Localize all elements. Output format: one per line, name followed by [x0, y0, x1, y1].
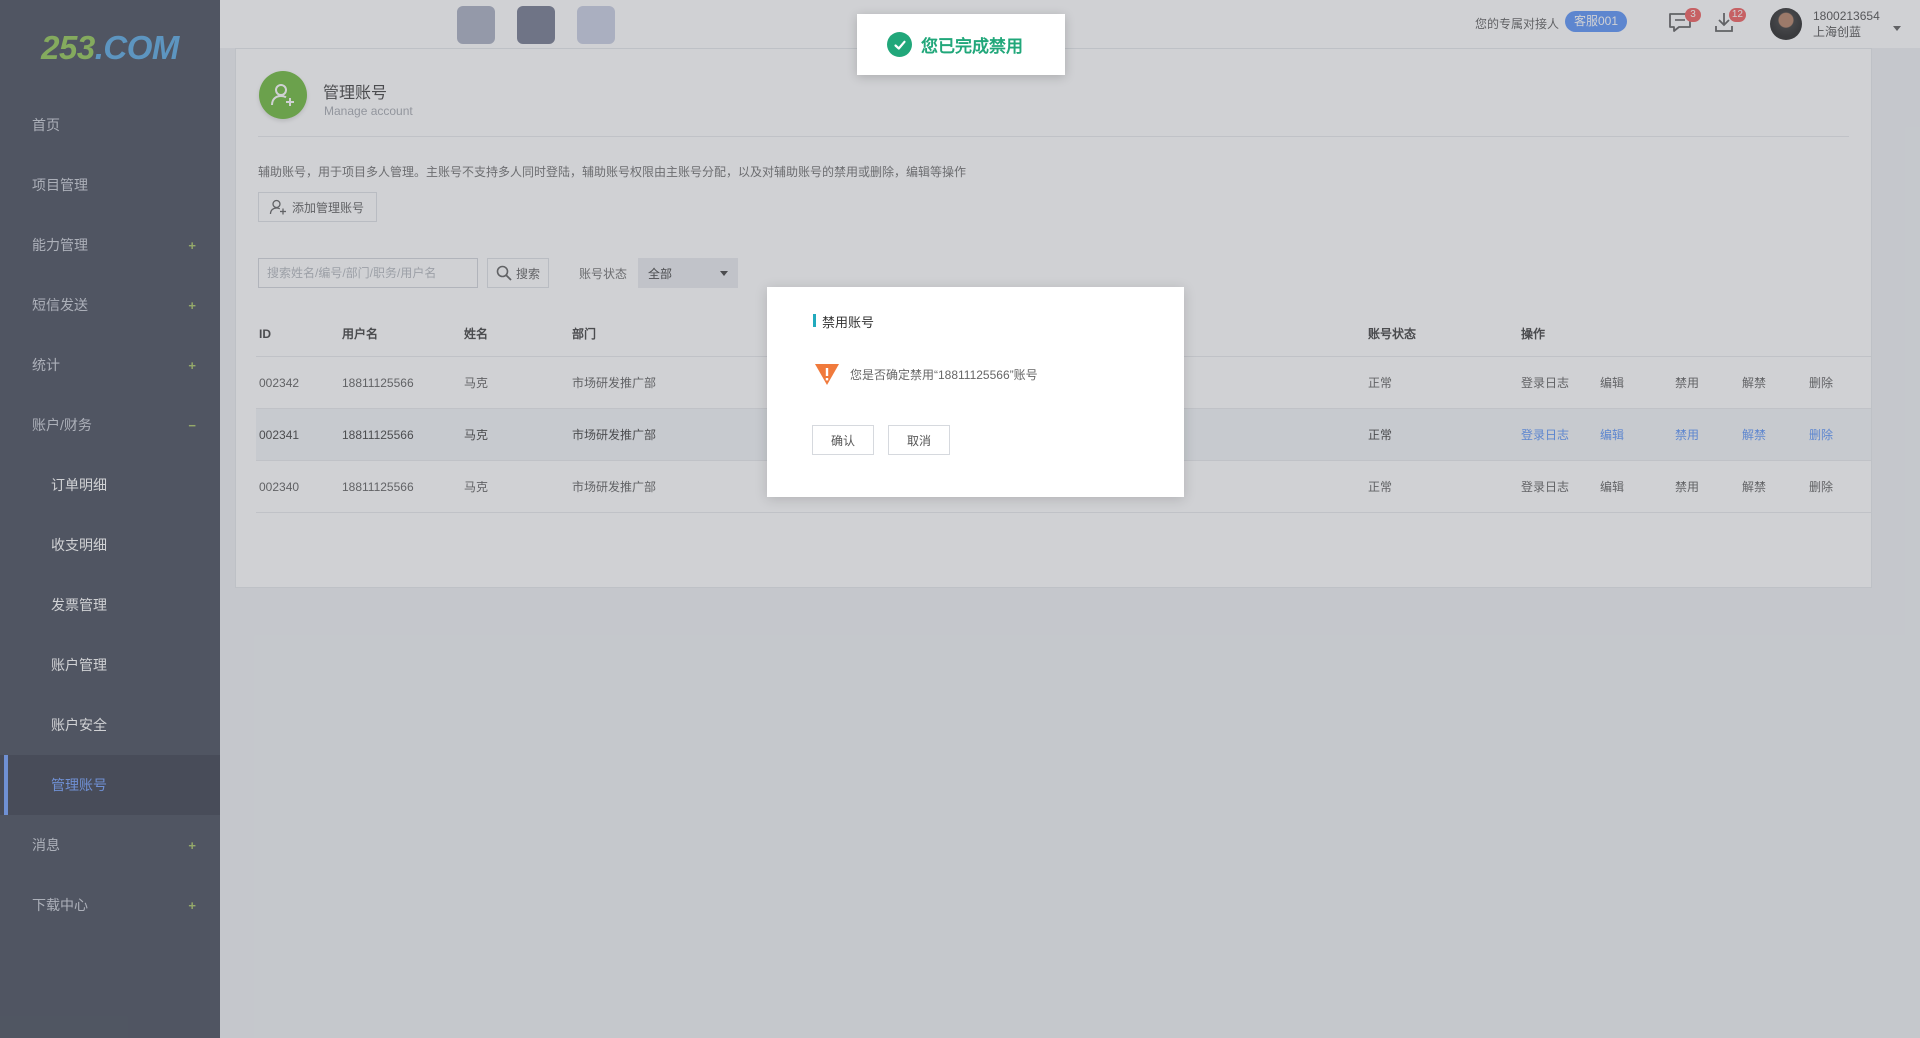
toast-message: 您已完成禁用 [921, 37, 1023, 56]
dialog-title: 禁用账号 [813, 312, 874, 331]
warning-icon [815, 364, 839, 385]
dialog-message: 您是否确定禁用“18811125566”账号 [850, 368, 1038, 382]
modal-overlay[interactable] [0, 0, 1920, 1038]
cancel-button[interactable]: 取消 [888, 425, 950, 455]
disable-account-dialog: 禁用账号 您是否确定禁用“18811125566”账号 确认 取消 [767, 287, 1184, 497]
check-circle-icon [887, 32, 912, 57]
success-toast: 您已完成禁用 [857, 14, 1065, 75]
confirm-button[interactable]: 确认 [812, 425, 874, 455]
